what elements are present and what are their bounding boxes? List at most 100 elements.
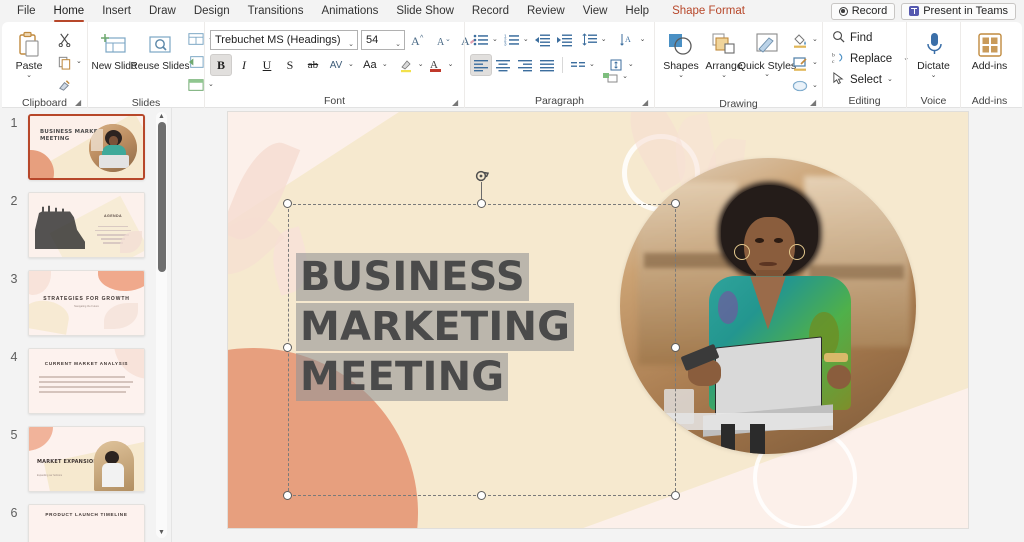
slide-thumbnail-pane[interactable]: 1 BUSINESS MARKETING MEETING 2 AGENDA 3 …: [0, 108, 172, 542]
slide-thumbnail-6[interactable]: PRODUCT LAUNCH TIMELINE: [28, 504, 145, 542]
shrink-font-button[interactable]: A ⌄: [433, 29, 455, 51]
scroll-down-arrow-icon[interactable]: ▼: [156, 528, 167, 538]
bullets-chevron-down-icon[interactable]: ⌄: [492, 36, 498, 44]
font-size-chevron-down-icon[interactable]: ⌄: [395, 36, 401, 54]
copy-button[interactable]: [53, 51, 75, 73]
arrange-button[interactable]: Arrange ⌄: [703, 27, 745, 82]
tab-home[interactable]: Home: [45, 3, 94, 22]
tab-help[interactable]: Help: [616, 3, 658, 20]
slide-canvas[interactable]: BUSINESS MARKETING MEETING: [228, 112, 968, 528]
thumbnail-row-2[interactable]: 2 AGENDA: [0, 180, 171, 258]
line-spacing-button[interactable]: [579, 29, 601, 51]
font-name-chevron-down-icon[interactable]: ⌄: [348, 36, 354, 49]
tab-draw[interactable]: Draw: [140, 3, 185, 20]
tab-transitions[interactable]: Transitions: [239, 3, 313, 20]
align-center-button[interactable]: [492, 54, 514, 76]
highlight-chevron-down-icon[interactable]: ⌄: [418, 61, 424, 69]
resize-handle-top-left[interactable]: [283, 199, 292, 208]
tab-record[interactable]: Record: [463, 3, 518, 20]
thumbnail-scrollbar[interactable]: ▲ ▼: [156, 112, 167, 538]
align-text-chevron-down-icon[interactable]: ⌄: [628, 61, 634, 69]
align-right-button[interactable]: [514, 54, 536, 76]
dictate-button[interactable]: Dictate ⌄: [912, 27, 955, 82]
shape-effects-button[interactable]: [789, 75, 811, 97]
new-slide-button[interactable]: New Slide: [91, 27, 137, 74]
quick-styles-chevron-down-icon[interactable]: ⌄: [764, 71, 770, 79]
font-name-combobox[interactable]: Trebuchet MS (Headings) ⌄: [210, 30, 358, 50]
dictate-chevron-down-icon[interactable]: ⌄: [931, 72, 937, 80]
present-in-teams-button[interactable]: Present in Teams: [901, 2, 1016, 20]
tab-review[interactable]: Review: [518, 3, 574, 20]
strikethrough-button[interactable]: ab: [302, 54, 324, 76]
resize-handle-bottom-right[interactable]: [671, 491, 680, 500]
resize-handle-middle-left[interactable]: [283, 343, 292, 352]
slide-canvas-area[interactable]: BUSINESS MARKETING MEETING: [172, 108, 1024, 542]
paragraph-dialog-launcher[interactable]: ◢: [642, 98, 651, 107]
resize-handle-bottom-left[interactable]: [283, 491, 292, 500]
shapes-chevron-down-icon[interactable]: ⌄: [678, 72, 684, 80]
resize-handle-top-right[interactable]: [671, 199, 680, 208]
title-text-box[interactable]: BUSINESS MARKETING MEETING: [283, 170, 680, 500]
font-size-combobox[interactable]: 54 ⌄: [361, 30, 405, 50]
align-left-button[interactable]: [470, 54, 492, 76]
scroll-up-arrow-icon[interactable]: ▲: [156, 112, 167, 122]
numbering-button[interactable]: 1 2 3: [501, 29, 523, 51]
clipboard-dialog-launcher[interactable]: ◢: [75, 98, 84, 107]
slide-thumbnail-3[interactable]: STRATEGIES FOR GROWTH Navigating the Fut…: [28, 270, 145, 336]
change-case-chevron-down-icon[interactable]: ⌄: [382, 61, 388, 69]
shape-outline-chevron-down-icon[interactable]: ⌄: [812, 59, 818, 67]
change-case-button[interactable]: Aa: [359, 54, 381, 76]
thumbnail-row-3[interactable]: 3 STRATEGIES FOR GROWTH Navigating the F…: [0, 258, 171, 336]
thumbnail-scrollbar-thumb[interactable]: [157, 122, 166, 272]
shape-fill-chevron-down-icon[interactable]: ⌄: [812, 36, 818, 44]
select-chevron-down-icon[interactable]: ⌄: [887, 76, 893, 84]
line-spacing-chevron-down-icon[interactable]: ⌄: [601, 36, 607, 44]
replace-button[interactable]: b c Replace ⌄: [828, 49, 913, 69]
grow-font-button[interactable]: A ^: [408, 29, 430, 51]
tab-slide-show[interactable]: Slide Show: [387, 3, 463, 20]
tab-design[interactable]: Design: [185, 3, 239, 20]
copy-chevron-down-icon[interactable]: ⌄: [76, 58, 82, 66]
decrease-indent-button[interactable]: [532, 29, 554, 51]
slide-thumbnail-1[interactable]: BUSINESS MARKETING MEETING: [28, 114, 145, 180]
arrange-chevron-down-icon[interactable]: ⌄: [721, 72, 727, 80]
reuse-slides-button[interactable]: Reuse Slides: [131, 27, 189, 74]
tab-view[interactable]: View: [574, 3, 617, 20]
tab-insert[interactable]: Insert: [93, 3, 140, 20]
format-painter-button[interactable]: [53, 74, 75, 96]
smartart-chevron-down-icon[interactable]: ⌄: [622, 73, 628, 81]
rotate-handle-icon[interactable]: [474, 168, 490, 184]
slide-thumbnail-2[interactable]: AGENDA: [28, 192, 145, 258]
character-spacing-chevron-down-icon[interactable]: ⌄: [348, 61, 354, 69]
increase-indent-button[interactable]: [554, 29, 576, 51]
bullets-button[interactable]: [470, 29, 492, 51]
resize-handle-top-center[interactable]: [477, 199, 486, 208]
cut-button[interactable]: [53, 28, 75, 50]
text-direction-button[interactable]: A: [617, 29, 639, 51]
thumbnail-row-5[interactable]: 5 MARKET EXPANSION Expanding our horizon…: [0, 414, 171, 492]
slide-thumbnail-5[interactable]: MARKET EXPANSION Expanding our horizons: [28, 426, 145, 492]
character-spacing-button[interactable]: AV: [325, 54, 347, 76]
text-highlight-color-button[interactable]: [395, 54, 417, 76]
numbering-chevron-down-icon[interactable]: ⌄: [523, 36, 529, 44]
shape-outline-button[interactable]: [789, 52, 811, 74]
quick-styles-button[interactable]: Quick Styles ⌄: [738, 27, 796, 81]
font-color-chevron-down-icon[interactable]: ⌄: [448, 61, 454, 69]
convert-to-smartart-button[interactable]: [599, 66, 621, 88]
resize-handle-bottom-center[interactable]: [477, 491, 486, 500]
text-shadow-button[interactable]: S: [279, 54, 301, 76]
add-ins-button[interactable]: Add-ins: [966, 27, 1013, 74]
resize-handle-middle-right[interactable]: [671, 343, 680, 352]
thumbnail-row-1[interactable]: 1 BUSINESS MARKETING MEETING: [0, 108, 171, 180]
select-button[interactable]: Select ⌄: [828, 70, 897, 90]
columns-chevron-down-icon[interactable]: ⌄: [589, 61, 595, 69]
chevron-down-icon[interactable]: ⌄: [26, 72, 32, 80]
underline-button[interactable]: U: [256, 54, 278, 76]
shape-fill-button[interactable]: [789, 29, 811, 51]
find-button[interactable]: Find: [828, 28, 876, 48]
thumbnail-row-4[interactable]: 4 CURRENT MARKET ANALYSIS: [0, 336, 171, 414]
columns-button[interactable]: [567, 54, 589, 76]
thumbnail-row-6[interactable]: 6 PRODUCT LAUNCH TIMELINE: [0, 492, 171, 542]
tab-shape-format[interactable]: Shape Format: [658, 3, 754, 20]
shape-effects-chevron-down-icon[interactable]: ⌄: [812, 82, 818, 90]
